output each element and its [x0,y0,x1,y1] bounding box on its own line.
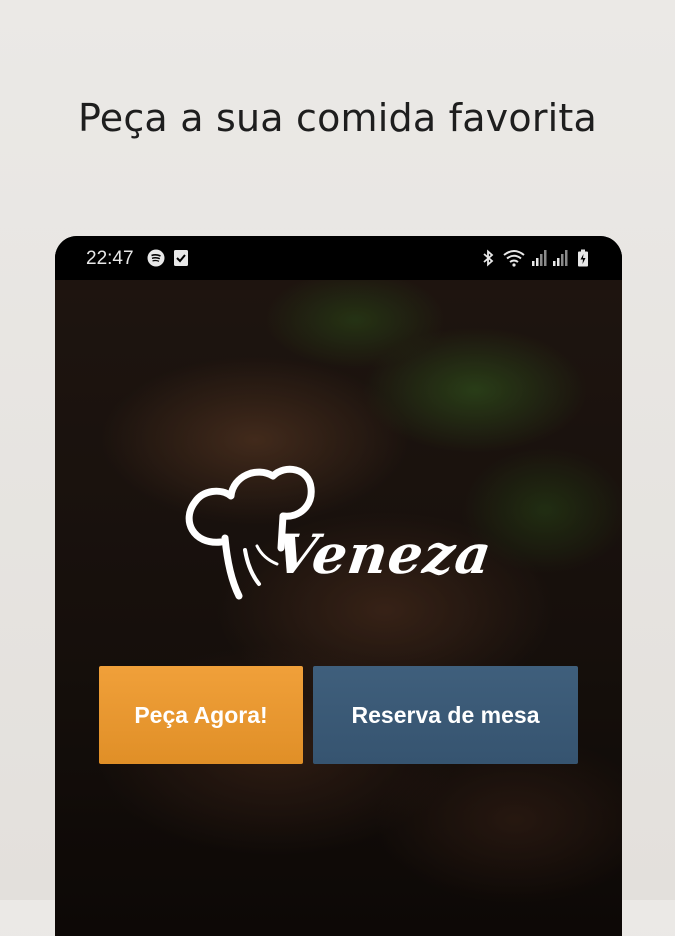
logo-text: Veneza [270,522,497,586]
signal-icon-2 [553,250,568,266]
signal-icon [532,250,547,266]
checkbox-notification-icon [174,250,188,266]
spotify-icon [147,249,165,267]
splash-screen: Veneza Peça Agora! Reserva de mesa [55,280,622,936]
phone-frame: 22:47 Veneza Peça Agora! Reserva de mesa [55,236,622,936]
status-time: 22:47 [86,248,134,269]
page-headline: Peça a sua comida favorita [78,96,597,140]
table-reservation-button[interactable]: Reserva de mesa [313,666,578,764]
bluetooth-icon [483,249,494,267]
wifi-icon [503,250,525,267]
veneza-logo: Veneza [173,450,503,620]
order-now-button[interactable]: Peça Agora! [99,666,303,764]
battery-icon [578,249,588,267]
status-bar: 22:47 [55,236,622,280]
